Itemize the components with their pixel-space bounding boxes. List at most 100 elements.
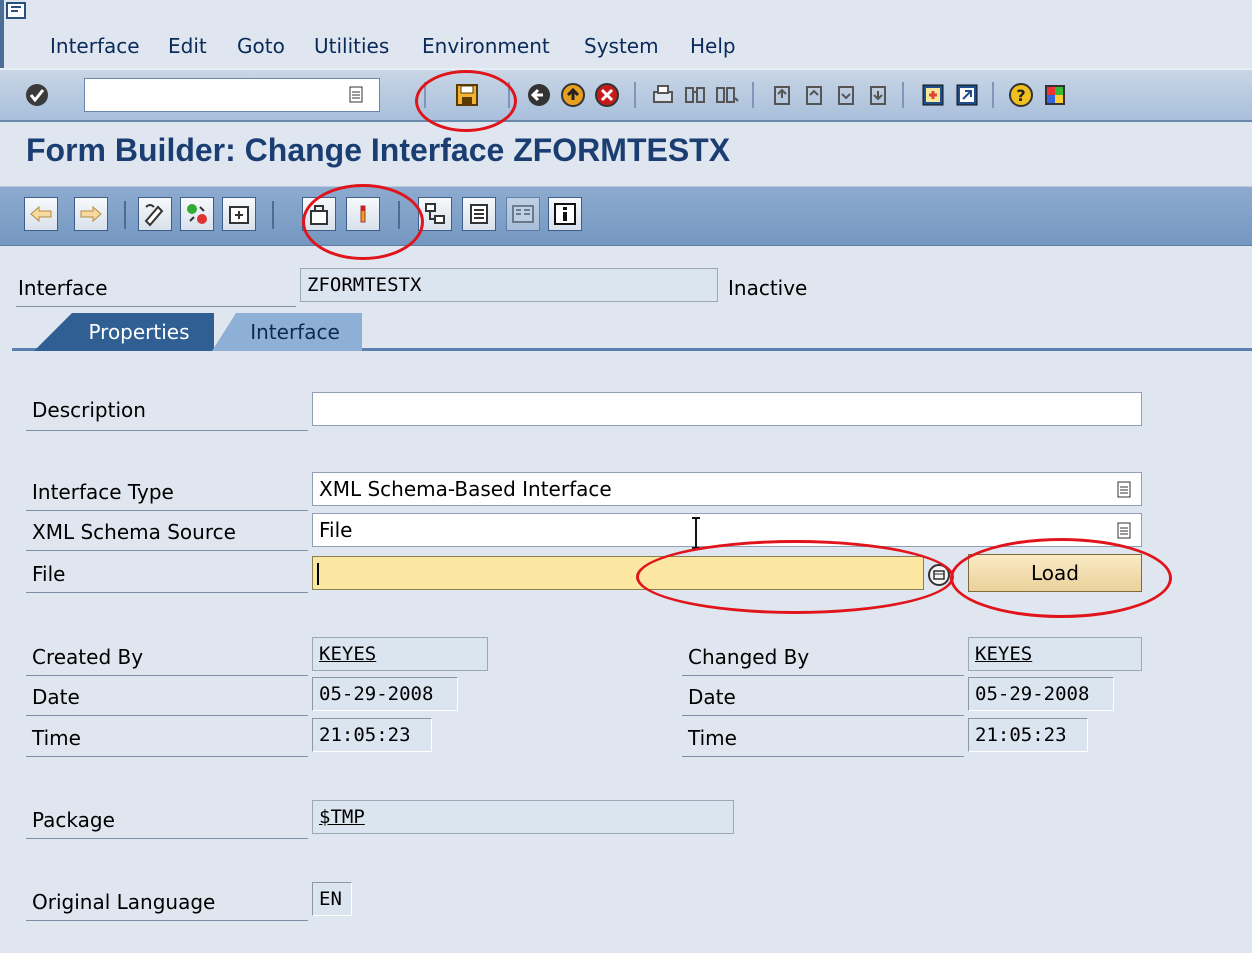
label-underline [26,756,308,757]
changed-time-label: Time [688,726,737,750]
text-cursor-icon [692,517,700,549]
find-icon[interactable] [680,80,710,110]
label-underline [16,306,296,307]
find-next-icon[interactable] [712,80,742,110]
label-underline [682,675,964,676]
menu-help[interactable]: Help [690,34,736,58]
exit-icon[interactable] [558,80,588,110]
label-underline [682,715,964,716]
separator [124,201,126,229]
status-text: Inactive [728,276,808,300]
interface-label: Interface [18,276,108,300]
label-underline [26,920,308,921]
separator [992,82,994,108]
separator [272,201,274,229]
save-icon[interactable] [452,80,482,110]
load-button-label: Load [1031,561,1079,585]
object-list-button[interactable] [302,197,336,231]
created-by-label: Created By [32,645,144,669]
forward-arrow-button[interactable] [74,197,108,231]
menu-bar: Interface Edit Goto Utilities Environmen… [0,0,1252,68]
file-input[interactable] [312,556,924,590]
interface-name-field: ZFORMTESTX [300,268,718,302]
created-time-label: Time [32,726,81,750]
dropdown-icon[interactable] [349,86,365,104]
dropdown-icon[interactable] [1117,522,1133,540]
command-field[interactable] [84,78,380,112]
back-icon[interactable] [524,80,554,110]
last-page-icon[interactable] [862,80,892,110]
language-label: Original Language [32,890,216,914]
changed-time-field: 21:05:23 [968,718,1088,752]
test-button[interactable] [346,197,380,231]
label-underline [26,592,308,593]
label-underline [26,838,308,839]
schema-source-select[interactable]: File [312,513,1142,547]
label-underline [26,675,308,676]
tab-properties-label: Properties [88,320,190,344]
created-date-field: 05-29-2008 [312,677,458,711]
changed-date-field: 05-29-2008 [968,677,1114,711]
menu-system[interactable]: System [584,34,659,58]
package-field[interactable]: $TMP [312,800,734,834]
first-page-icon[interactable] [766,80,796,110]
description-label: Description [32,398,146,422]
help-icon[interactable]: ? [1006,80,1036,110]
page-title: Form Builder: Change Interface ZFORMTEST… [26,132,731,168]
separator [752,82,754,108]
value-help-button[interactable] [924,560,954,590]
load-button[interactable]: Load [968,554,1142,592]
window-edge [0,0,4,68]
changed-date-label: Date [688,685,736,709]
back-arrow-button[interactable] [24,197,58,231]
created-date-label: Date [32,685,80,709]
previous-page-icon[interactable] [798,80,828,110]
changed-by-label: Changed By [688,645,810,669]
label-underline [26,715,308,716]
layout-view-button[interactable] [506,197,540,231]
separator [902,82,904,108]
menu-edit[interactable]: Edit [168,34,207,58]
interface-type-select[interactable]: XML Schema-Based Interface [312,472,1142,506]
svg-text:?: ? [1016,86,1025,105]
separator [424,82,426,108]
value-help-icon [928,564,950,586]
window-menu-icon[interactable] [6,2,28,20]
changed-by-field[interactable]: KEYES [968,637,1142,671]
label-underline [26,510,308,511]
print-icon[interactable] [648,80,678,110]
menu-goto[interactable]: Goto [237,34,285,58]
created-by-field[interactable]: KEYES [312,637,488,671]
hierarchy-button[interactable] [418,197,452,231]
created-time-field: 21:05:23 [312,718,432,752]
interface-type-value: XML Schema-Based Interface [319,477,612,501]
menu-interface[interactable]: Interface [50,34,140,58]
shortcut-icon[interactable] [952,80,982,110]
application-toolbar [0,186,1252,246]
label-underline [26,550,308,551]
file-label: File [32,562,66,586]
dropdown-icon[interactable] [1117,481,1133,499]
cancel-icon[interactable] [592,80,622,110]
menu-environment[interactable]: Environment [422,34,550,58]
create-session-icon[interactable] [918,80,948,110]
enter-icon[interactable] [22,80,52,110]
list-view-button[interactable] [462,197,496,231]
text-caret [317,563,319,585]
schema-source-label: XML Schema Source [32,520,236,544]
next-page-icon[interactable] [830,80,860,110]
label-underline [682,756,964,757]
tab-properties[interactable]: Properties [34,313,214,351]
activate-button[interactable] [222,197,256,231]
check-button[interactable] [180,197,214,231]
schema-source-value: File [319,518,353,542]
tab-interface[interactable]: Interface [212,313,362,351]
display-change-button[interactable] [138,197,172,231]
description-input[interactable] [312,392,1142,426]
package-label: Package [32,808,115,832]
menu-utilities[interactable]: Utilities [314,34,389,58]
separator [398,201,400,229]
layout-menu-icon[interactable] [1040,80,1070,110]
label-underline [26,430,308,431]
info-button[interactable] [548,197,582,231]
